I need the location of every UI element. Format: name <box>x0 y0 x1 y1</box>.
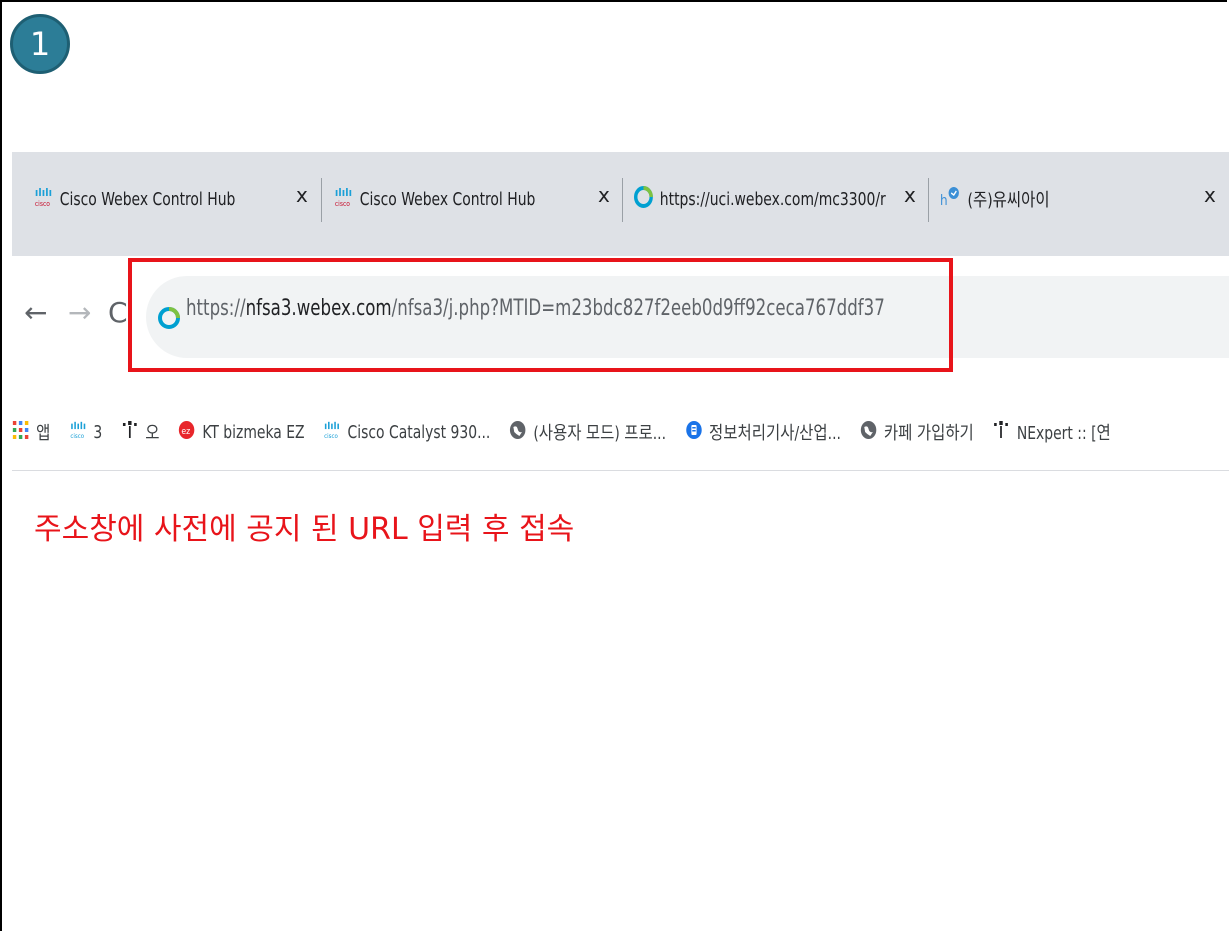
bookmark-nexpert[interactable]: NExpert :: [연 <box>993 419 1111 445</box>
content-divider <box>12 470 1229 471</box>
bookmark-user-mode[interactable]: (사용자 모드) 프로... <box>509 419 666 445</box>
tab-webex-meeting[interactable]: https://uci.webex.com/mc3300/r <box>634 170 886 228</box>
forward-button[interactable]: → <box>68 296 91 329</box>
bookmark-cafe-join[interactable]: 카페 가입하기 <box>860 419 974 445</box>
bookmark-kt-bizmeka[interactable]: ez KT bizmeka EZ <box>178 420 305 445</box>
kt-icon: ez <box>178 420 195 445</box>
cisco-icon: cisco <box>34 186 53 213</box>
tab-cisco-webex-1[interactable]: cisco Cisco Webex Control Hub <box>34 170 235 228</box>
bookmark-label: KT bizmeka EZ <box>202 421 305 443</box>
bookmark-label: 정보처리기사/산업... <box>709 423 841 444</box>
bookmark-label: 카페 가입하기 <box>883 423 974 444</box>
step-badge: 1 <box>10 14 70 74</box>
tab-title: Cisco Webex Control Hub <box>359 188 536 210</box>
svg-text:ez: ez <box>182 425 191 436</box>
svg-text:cisco: cisco <box>35 199 50 207</box>
bookmark-info-processing[interactable]: 정보처리기사/산업... <box>685 419 841 445</box>
svg-text:cisco: cisco <box>335 199 350 207</box>
back-button[interactable]: ← <box>24 296 47 329</box>
svg-text:cisco: cisco <box>70 432 84 439</box>
bookmark-cisco-catalyst[interactable]: cisco Cisco Catalyst 930... <box>323 420 490 445</box>
bookmark-label: NExpert :: [연 <box>1016 423 1111 444</box>
webex-icon <box>634 185 653 213</box>
bookmark-label: 앱 <box>36 423 51 444</box>
svg-text:h: h <box>940 193 948 208</box>
globe-icon <box>509 420 526 445</box>
blog-icon <box>685 420 702 445</box>
tab-uci[interactable]: h (주)유씨아이 <box>940 170 1050 228</box>
tab-separator <box>928 178 929 222</box>
cisco-icon: cisco <box>323 420 340 445</box>
bookmark-label: (사용자 모드) 프로... <box>533 423 667 444</box>
bookmark-apps[interactable]: 앱 <box>12 419 50 445</box>
tree-icon <box>121 420 138 445</box>
bookmark-oh[interactable]: 오 <box>121 419 159 445</box>
cisco-icon: cisco <box>334 186 353 213</box>
screenshot-frame <box>0 0 1227 931</box>
tab-close-button[interactable]: x <box>1204 183 1216 207</box>
tab-close-button[interactable]: x <box>598 183 610 207</box>
tab-separator <box>622 178 623 222</box>
address-bar-highlight <box>128 258 953 372</box>
tab-close-button[interactable]: x <box>904 183 916 207</box>
bookmark-label: 3 <box>93 421 103 443</box>
tab-cisco-webex-2[interactable]: cisco Cisco Webex Control Hub <box>334 170 535 228</box>
tree-icon <box>993 420 1010 445</box>
bookmark-label: 오 <box>145 423 160 444</box>
instruction-text: 주소창에 사전에 공지 된 URL 입력 후 접속 <box>34 512 575 547</box>
step-number: 1 <box>29 25 51 63</box>
bookmarks-bar: 앱 cisco 3 오 ez KT bizmeka EZ cisco Cisco… <box>12 412 1130 452</box>
tab-close-button[interactable]: x <box>296 183 308 207</box>
bookmark-label: Cisco Catalyst 930... <box>347 421 491 443</box>
tab-separator <box>321 178 322 222</box>
tab-title: https://uci.webex.com/mc3300/r <box>659 188 886 210</box>
svg-text:cisco: cisco <box>324 432 338 439</box>
hi-icon: h <box>940 186 961 213</box>
cisco-icon: cisco <box>69 420 86 445</box>
bookmark-3[interactable]: cisco 3 <box>69 420 102 445</box>
tab-title: (주)유씨아이 <box>967 190 1050 211</box>
reload-button[interactable]: C <box>108 296 128 329</box>
globe-icon <box>860 420 877 445</box>
tab-title: Cisco Webex Control Hub <box>59 188 236 210</box>
apps-grid-icon <box>12 420 29 445</box>
